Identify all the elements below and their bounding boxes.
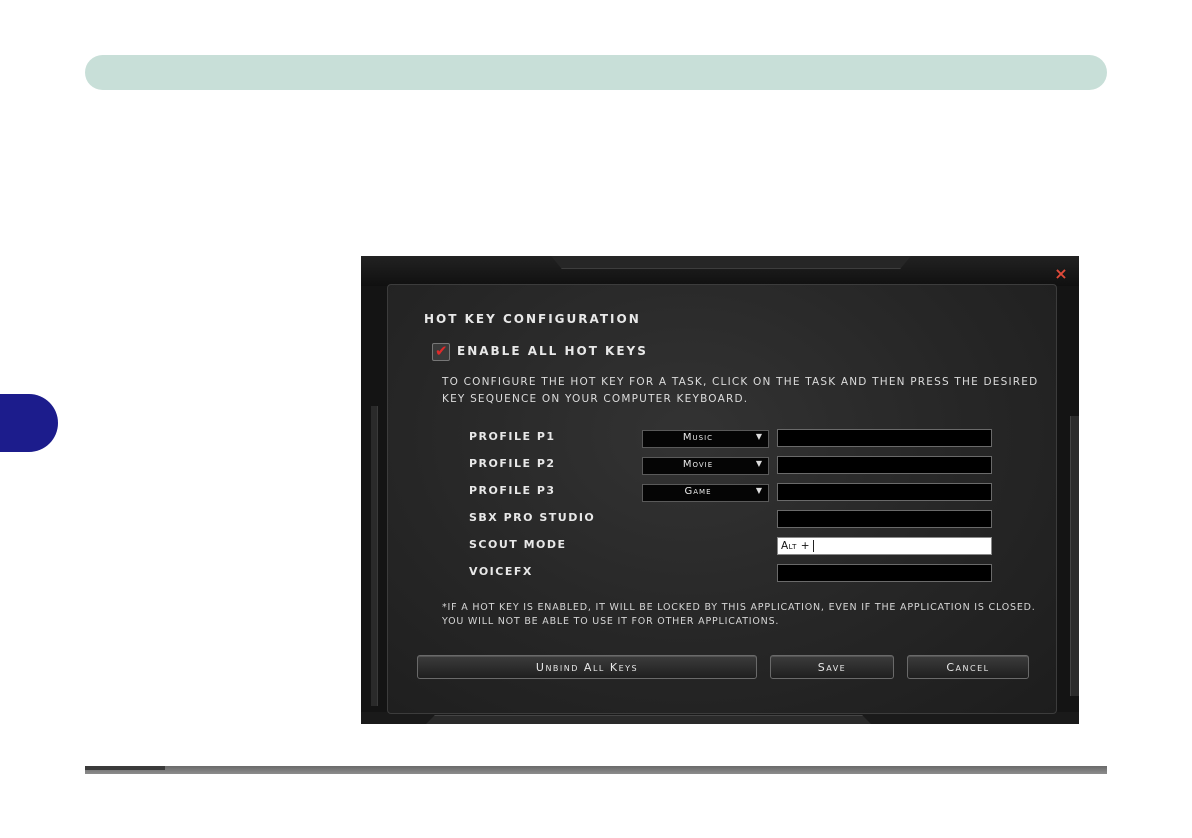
dialog-frame-bottom-notch xyxy=(426,715,871,724)
unbind-all-keys-button[interactable]: Unbind All Keys xyxy=(417,655,757,679)
save-button[interactable]: Save xyxy=(770,655,894,679)
chapter-tab xyxy=(0,394,58,452)
chevron-down-icon: ▼ xyxy=(755,432,763,441)
dropdown-value: Music xyxy=(682,432,714,443)
dialog-title: HOT KEY CONFIGURATION xyxy=(424,312,641,326)
instructions-text: To configure the hot key for a task, cli… xyxy=(442,376,1039,405)
sbx-pro-studio-key-field[interactable] xyxy=(777,510,992,528)
dialog-left-rail xyxy=(371,406,378,706)
footer-rule xyxy=(85,766,1107,774)
row-label-sbx-pro-studio[interactable]: SBX PRO STUDIO xyxy=(469,511,595,524)
row-label-scout-mode[interactable]: SCOUT MODE xyxy=(469,538,567,551)
row-label-profile-p3[interactable]: PROFILE P3 xyxy=(469,484,556,497)
header-bar xyxy=(85,55,1107,90)
lock-warning-note: *If a hot key is enabled, it will be loc… xyxy=(442,602,1036,627)
profile-p2-dropdown[interactable]: Movie ▼ xyxy=(642,457,769,475)
hotkey-config-dialog: × HOT KEY CONFIGURATION ✔ ENABLE ALL HOT… xyxy=(361,256,1079,724)
profile-p1-key-field[interactable] xyxy=(777,429,992,447)
scout-mode-key-field[interactable]: Alt + xyxy=(777,537,992,555)
enable-all-hotkeys-label[interactable]: ENABLE ALL HOT KEYS xyxy=(457,344,648,358)
profile-p1-dropdown[interactable]: Music ▼ xyxy=(642,430,769,448)
manual-page: × HOT KEY CONFIGURATION ✔ ENABLE ALL HOT… xyxy=(0,0,1192,838)
enable-all-hotkeys-checkbox[interactable]: ✔ xyxy=(432,342,450,361)
text-caret xyxy=(813,540,815,552)
chevron-down-icon: ▼ xyxy=(755,459,763,468)
key-field-value: Alt + xyxy=(781,540,811,552)
close-icon[interactable]: × xyxy=(1053,266,1069,282)
footer-rule-accent xyxy=(85,766,165,770)
profile-p2-key-field[interactable] xyxy=(777,456,992,474)
row-label-voicefx[interactable]: VOICEFX xyxy=(469,565,533,578)
voicefx-key-field[interactable] xyxy=(777,564,992,582)
profile-p3-dropdown[interactable]: Game ▼ xyxy=(642,484,769,502)
cancel-button[interactable]: Cancel xyxy=(907,655,1029,679)
dialog-frame-notch xyxy=(551,256,911,269)
chevron-down-icon: ▼ xyxy=(755,486,763,495)
dropdown-value: Game xyxy=(684,486,712,497)
profile-p3-key-field[interactable] xyxy=(777,483,992,501)
checkmark-icon: ✔ xyxy=(435,342,448,360)
row-label-profile-p1[interactable]: PROFILE P1 xyxy=(469,430,556,443)
dropdown-value: Movie xyxy=(682,459,714,470)
row-label-profile-p2[interactable]: PROFILE P2 xyxy=(469,457,556,470)
dialog-right-rail xyxy=(1070,416,1079,696)
